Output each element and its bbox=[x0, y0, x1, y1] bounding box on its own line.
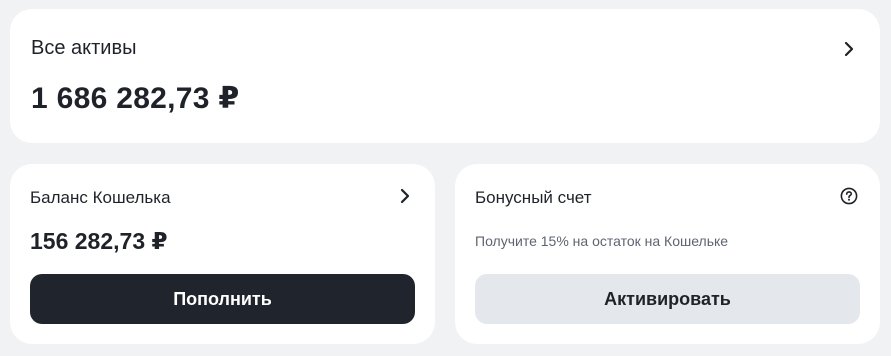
bonus-account-card: Бонусный счет Получите 15% на остаток на… bbox=[455, 164, 880, 344]
bonus-account-title: Бонусный счет bbox=[475, 188, 592, 207]
total-assets-amount: 1 686 282,73 ₽ bbox=[31, 82, 240, 115]
activate-button[interactable]: Активировать bbox=[475, 274, 860, 324]
total-assets-title: Все активы bbox=[31, 37, 137, 59]
question-circle-icon[interactable] bbox=[840, 187, 858, 205]
wallet-balance-amount: 156 282,73 ₽ bbox=[30, 228, 168, 254]
total-assets-card[interactable]: Все активы 1 686 282,73 ₽ bbox=[10, 9, 880, 143]
chevron-right-icon[interactable] bbox=[399, 188, 411, 204]
wallet-balance-card: Баланс Кошелька 156 282,73 ₽ Пополнить bbox=[10, 164, 435, 344]
top-up-button[interactable]: Пополнить bbox=[30, 274, 415, 324]
wallet-balance-title[interactable]: Баланс Кошелька bbox=[30, 187, 171, 209]
chevron-right-icon[interactable] bbox=[843, 41, 855, 57]
bonus-account-subtitle: Получите 15% на остаток на Кошельке bbox=[475, 233, 729, 249]
